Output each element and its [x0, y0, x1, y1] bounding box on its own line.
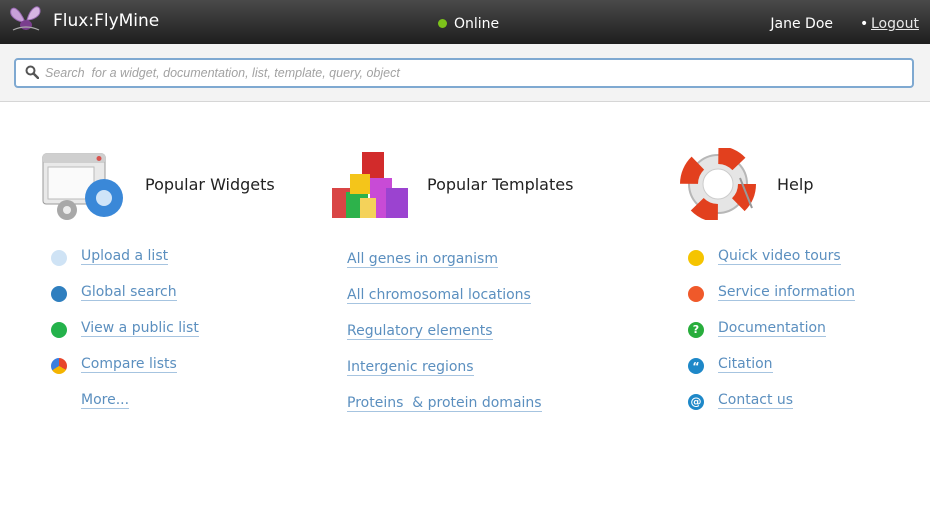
- quote-icon: “: [688, 358, 704, 374]
- pie-chart-icon: [51, 358, 67, 374]
- widgets-icon: [42, 153, 123, 220]
- search-box[interactable]: [14, 58, 914, 88]
- search-bar: [0, 44, 930, 102]
- fly-logo-icon[interactable]: [9, 4, 43, 36]
- video-tours-link[interactable]: Quick video tours: [718, 248, 841, 265]
- status-label: Online: [454, 16, 500, 32]
- upload-icon: [51, 250, 67, 266]
- magnifier-icon: [51, 286, 67, 302]
- search-input[interactable]: [45, 64, 895, 82]
- rss-icon: [688, 286, 704, 302]
- contact-us-link[interactable]: Contact us: [718, 392, 794, 409]
- at-sign-icon: @: [688, 394, 704, 410]
- status-dot-icon: [438, 19, 447, 28]
- documentation-link[interactable]: Documentation: [718, 320, 826, 337]
- service-information-link[interactable]: Service information: [718, 284, 855, 301]
- protein-domains-link[interactable]: Proteins & protein domains: [347, 395, 542, 412]
- template-item[interactable]: All chromosomal locations: [347, 284, 531, 304]
- citation-link[interactable]: Citation: [718, 356, 773, 373]
- intergenic-regions-link[interactable]: Intergenic regions: [347, 359, 474, 376]
- app-title[interactable]: Flux:FlyMine: [53, 11, 159, 31]
- more-link[interactable]: More...: [81, 392, 130, 409]
- heart-icon: [51, 322, 67, 338]
- chromosomal-locations-link[interactable]: All chromosomal locations: [347, 287, 531, 304]
- compare-lists-link[interactable]: Compare lists: [81, 356, 177, 373]
- template-item[interactable]: Regulatory elements: [347, 320, 493, 340]
- online-status: Online: [438, 16, 499, 32]
- templates-icon: [332, 152, 408, 218]
- global-search-link[interactable]: Global search: [81, 284, 177, 301]
- templates-title: Popular Templates: [427, 175, 574, 194]
- all-genes-link[interactable]: All genes in organism: [347, 251, 498, 268]
- eye-icon: [688, 250, 704, 266]
- logout-link[interactable]: Logout: [871, 16, 919, 32]
- question-icon: ?: [688, 322, 704, 338]
- search-icon: [25, 65, 39, 79]
- view-public-list-link[interactable]: View a public list: [81, 320, 199, 337]
- top-bar: Flux:FlyMine Online Jane Doe • Logout: [0, 0, 930, 44]
- lifebuoy-icon: [680, 148, 756, 220]
- user-name: Jane Doe: [770, 16, 833, 32]
- template-item[interactable]: Intergenic regions: [347, 356, 474, 376]
- template-item[interactable]: Proteins & protein domains: [347, 392, 542, 412]
- upload-list-link[interactable]: Upload a list: [81, 248, 169, 265]
- help-title: Help: [777, 175, 814, 194]
- widgets-title: Popular Widgets: [145, 175, 275, 194]
- regulatory-elements-link[interactable]: Regulatory elements: [347, 323, 493, 340]
- separator: •: [860, 16, 869, 32]
- template-item[interactable]: All genes in organism: [347, 248, 498, 268]
